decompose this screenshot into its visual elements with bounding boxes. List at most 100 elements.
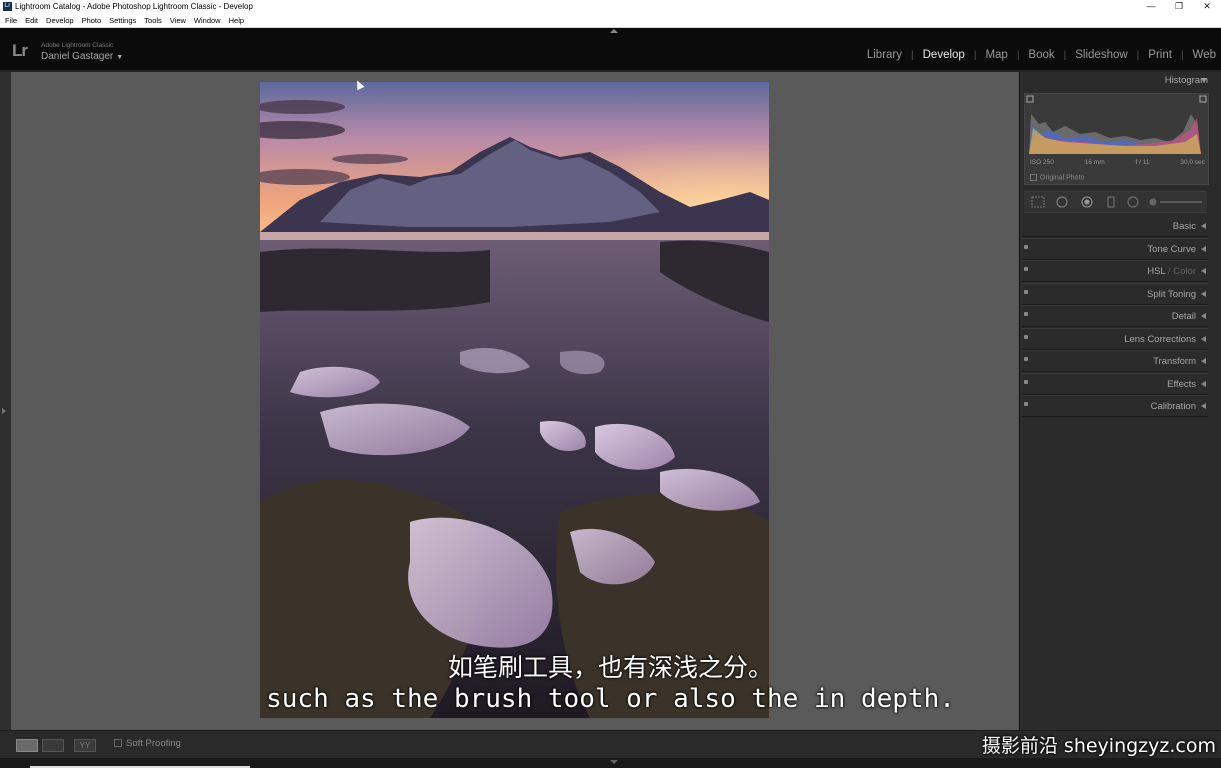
module-slideshow[interactable]: Slideshow (1073, 49, 1129, 61)
panel-switch-icon[interactable] (1024, 334, 1028, 339)
panel-detail[interactable]: Detail (1022, 305, 1208, 327)
product-name: Adobe Lightroom Classic (41, 42, 114, 49)
panel-expand-icon (1201, 313, 1206, 319)
exif-shutter: 30,0 sec (1180, 159, 1205, 166)
panel-switch-icon[interactable] (1024, 357, 1028, 361)
user-name: Daniel Gastager (41, 51, 114, 62)
panel-effects[interactable]: Effects (1022, 372, 1208, 395)
original-photo-checkbox[interactable] (1030, 174, 1037, 181)
panel-expand-icon (1201, 403, 1206, 409)
module-separator: | (911, 49, 914, 61)
close-button[interactable]: ✕ (1193, 0, 1221, 14)
panel-expand-icon (1201, 358, 1206, 364)
panel-split-toning[interactable]: Split Toning (1022, 282, 1208, 305)
module-separator: | (1063, 49, 1067, 61)
red-eye-icon[interactable] (1080, 196, 1094, 208)
panel-calibration-label: Calibration (1150, 401, 1196, 412)
window-title-bar: Lr Lightroom Catalog - Adobe Photoshop L… (0, 0, 1221, 14)
histogram-graph (1026, 95, 1207, 154)
top-panel-toggle-icon[interactable] (610, 29, 618, 33)
menu-tools[interactable]: Tools (141, 14, 165, 27)
panel-transform-label: Transform (1153, 356, 1196, 367)
panel-transform[interactable]: Transform (1022, 350, 1208, 372)
panel-tone-curve[interactable]: Tone Curve (1022, 237, 1208, 260)
menu-edit[interactable]: Edit (22, 14, 41, 27)
soft-proofing-toggle[interactable]: Soft Proofing (114, 738, 181, 749)
module-book[interactable]: Book (1026, 49, 1056, 61)
original-photo-toggle[interactable]: Original Photo (1030, 174, 1084, 181)
panel-effects-label: Effects (1167, 378, 1196, 390)
panel-switch-icon[interactable] (1024, 289, 1028, 294)
module-picker: Library | Develop | Map | Book | Slidesh… (865, 49, 1218, 61)
right-panel: Histogram ISO 250 16 mm f / 11 30,0 sec … (1019, 72, 1221, 730)
restore-button[interactable]: ❐ (1165, 0, 1193, 14)
adjustment-brush-icon[interactable] (1148, 196, 1204, 208)
histogram-collapse-icon[interactable] (1201, 78, 1207, 83)
lightroom-logo: Lr (12, 41, 28, 60)
histogram[interactable]: ISO 250 16 mm f / 11 30,0 sec Original P… (1024, 93, 1209, 185)
panel-switch-icon[interactable] (1024, 379, 1028, 384)
loupe-view-button[interactable] (16, 739, 38, 752)
hsl-label[interactable]: HSL (1147, 266, 1165, 277)
module-separator: | (973, 49, 977, 61)
module-develop[interactable]: Develop (921, 49, 967, 61)
exif-iso: ISO 250 (1030, 159, 1054, 166)
module-separator: | (1136, 49, 1140, 61)
menu-view[interactable]: View (167, 14, 189, 27)
photo-preview[interactable] (260, 82, 769, 718)
panel-tone-curve-label: Tone Curve (1147, 243, 1196, 255)
panel-switch-icon[interactable] (1024, 312, 1028, 316)
exif-info: ISO 250 16 mm f / 11 30,0 sec (1030, 159, 1205, 166)
menu-develop[interactable]: Develop (43, 14, 77, 27)
panel-expand-icon (1201, 245, 1206, 252)
menu-bar: File Edit Develop Photo Settings Tools V… (0, 14, 1221, 28)
menu-window[interactable]: Window (191, 14, 224, 27)
panel-lens-corrections-label: Lens Corrections (1124, 333, 1196, 345)
spot-removal-icon[interactable] (1055, 196, 1069, 208)
develop-tool-strip (1024, 191, 1207, 213)
panel-switch-icon[interactable] (1024, 267, 1028, 271)
panel-expand-icon (1201, 290, 1206, 297)
window-title: Lightroom Catalog - Adobe Photoshop Ligh… (15, 2, 253, 11)
radial-filter-icon[interactable] (1126, 196, 1140, 208)
menu-help[interactable]: Help (226, 14, 247, 27)
panel-expand-icon (1201, 223, 1206, 229)
identity-user[interactable]: Daniel Gastager ▼ (41, 51, 123, 62)
panel-split-toning-label: Split Toning (1147, 288, 1196, 300)
color-label[interactable]: / Color (1165, 266, 1196, 277)
panel-basic[interactable]: Basic (1022, 216, 1208, 237)
panel-calibration[interactable]: Calibration (1022, 395, 1208, 417)
lightroom-app-icon: Lr (3, 2, 12, 11)
left-panel-collapsed[interactable] (0, 72, 11, 730)
module-map[interactable]: Map (983, 49, 1009, 61)
soft-proofing-label: Soft Proofing (126, 738, 181, 749)
crop-tool-icon[interactable] (1031, 196, 1045, 208)
panel-expand-icon (1201, 268, 1206, 274)
module-web[interactable]: Web (1191, 49, 1218, 61)
before-after-mode-button[interactable]: YY (74, 739, 96, 752)
minimize-button[interactable]: — (1137, 0, 1165, 14)
filmstrip-toggle-icon[interactable] (610, 760, 618, 764)
module-library[interactable]: Library (865, 49, 904, 61)
module-separator: | (1180, 49, 1184, 61)
panel-hsl-label: HSL / Color (1147, 266, 1196, 277)
menu-file[interactable]: File (2, 14, 20, 27)
panel-expand-icon (1201, 335, 1206, 342)
expand-left-panel-icon[interactable] (2, 408, 6, 414)
module-print[interactable]: Print (1146, 49, 1174, 61)
panel-lens-corrections[interactable]: Lens Corrections (1022, 327, 1208, 350)
subtitle-english: such as the brush tool or also the in de… (266, 684, 955, 714)
before-after-view-button[interactable] (42, 739, 64, 752)
panel-hsl-color[interactable]: HSL / Color (1022, 260, 1208, 282)
panel-switch-icon[interactable] (1024, 244, 1028, 249)
panel-switch-icon[interactable] (1024, 402, 1028, 406)
menu-photo[interactable]: Photo (79, 14, 105, 27)
soft-proofing-checkbox[interactable] (114, 739, 122, 748)
watermark: 摄影前沿 sheyingzyz.com (981, 735, 1216, 757)
histogram-header[interactable]: Histogram (1020, 75, 1208, 86)
graduated-filter-icon[interactable] (1104, 196, 1118, 208)
menu-settings[interactable]: Settings (106, 14, 139, 27)
panel-detail-label: Detail (1171, 311, 1196, 322)
exif-focal-length: 16 mm (1084, 159, 1105, 166)
panel-basic-label: Basic (1172, 221, 1196, 232)
